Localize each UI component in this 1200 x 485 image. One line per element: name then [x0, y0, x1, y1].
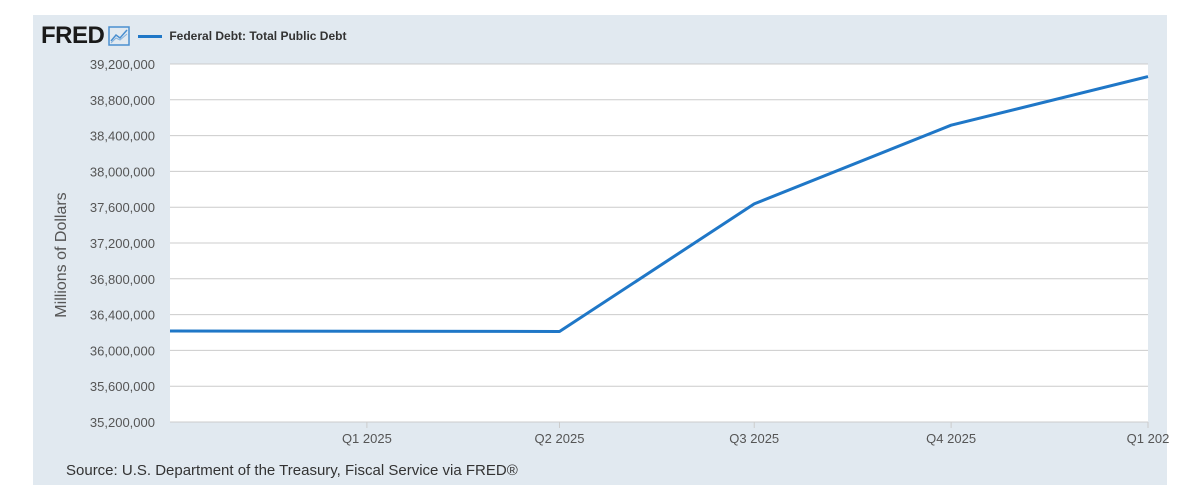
y-tick-label: 37,200,000 — [90, 236, 155, 251]
x-tick-label: Q1 2025 — [342, 431, 392, 446]
y-tick-label: 36,800,000 — [90, 272, 155, 287]
y-tick-label: 37,600,000 — [90, 200, 155, 215]
line-chart: 35,200,000 35,600,000 36,000,000 36,400,000… — [53, 57, 1170, 446]
y-tick-label: 38,000,000 — [90, 164, 155, 179]
x-tick-label: Q4 2025 — [926, 431, 976, 446]
x-tick-label: Q2 2025 — [535, 431, 585, 446]
y-tick-label: 35,200,000 — [90, 415, 155, 430]
y-tick-label: 39,200,000 — [90, 57, 155, 72]
y-tick-label: 36,000,000 — [90, 343, 155, 358]
y-axis-label: Millions of Dollars — [53, 192, 70, 317]
y-tick-label: 38,800,000 — [90, 93, 155, 108]
y-tick-label: 38,400,000 — [90, 129, 155, 144]
source-note: Source: U.S. Department of the Treasury,… — [66, 462, 518, 479]
x-tick-label: Q1 202 — [1127, 431, 1170, 446]
y-tick-label: 36,400,000 — [90, 308, 155, 323]
y-tick-label: 35,600,000 — [90, 379, 155, 394]
x-tick-label: Q3 2025 — [729, 431, 779, 446]
